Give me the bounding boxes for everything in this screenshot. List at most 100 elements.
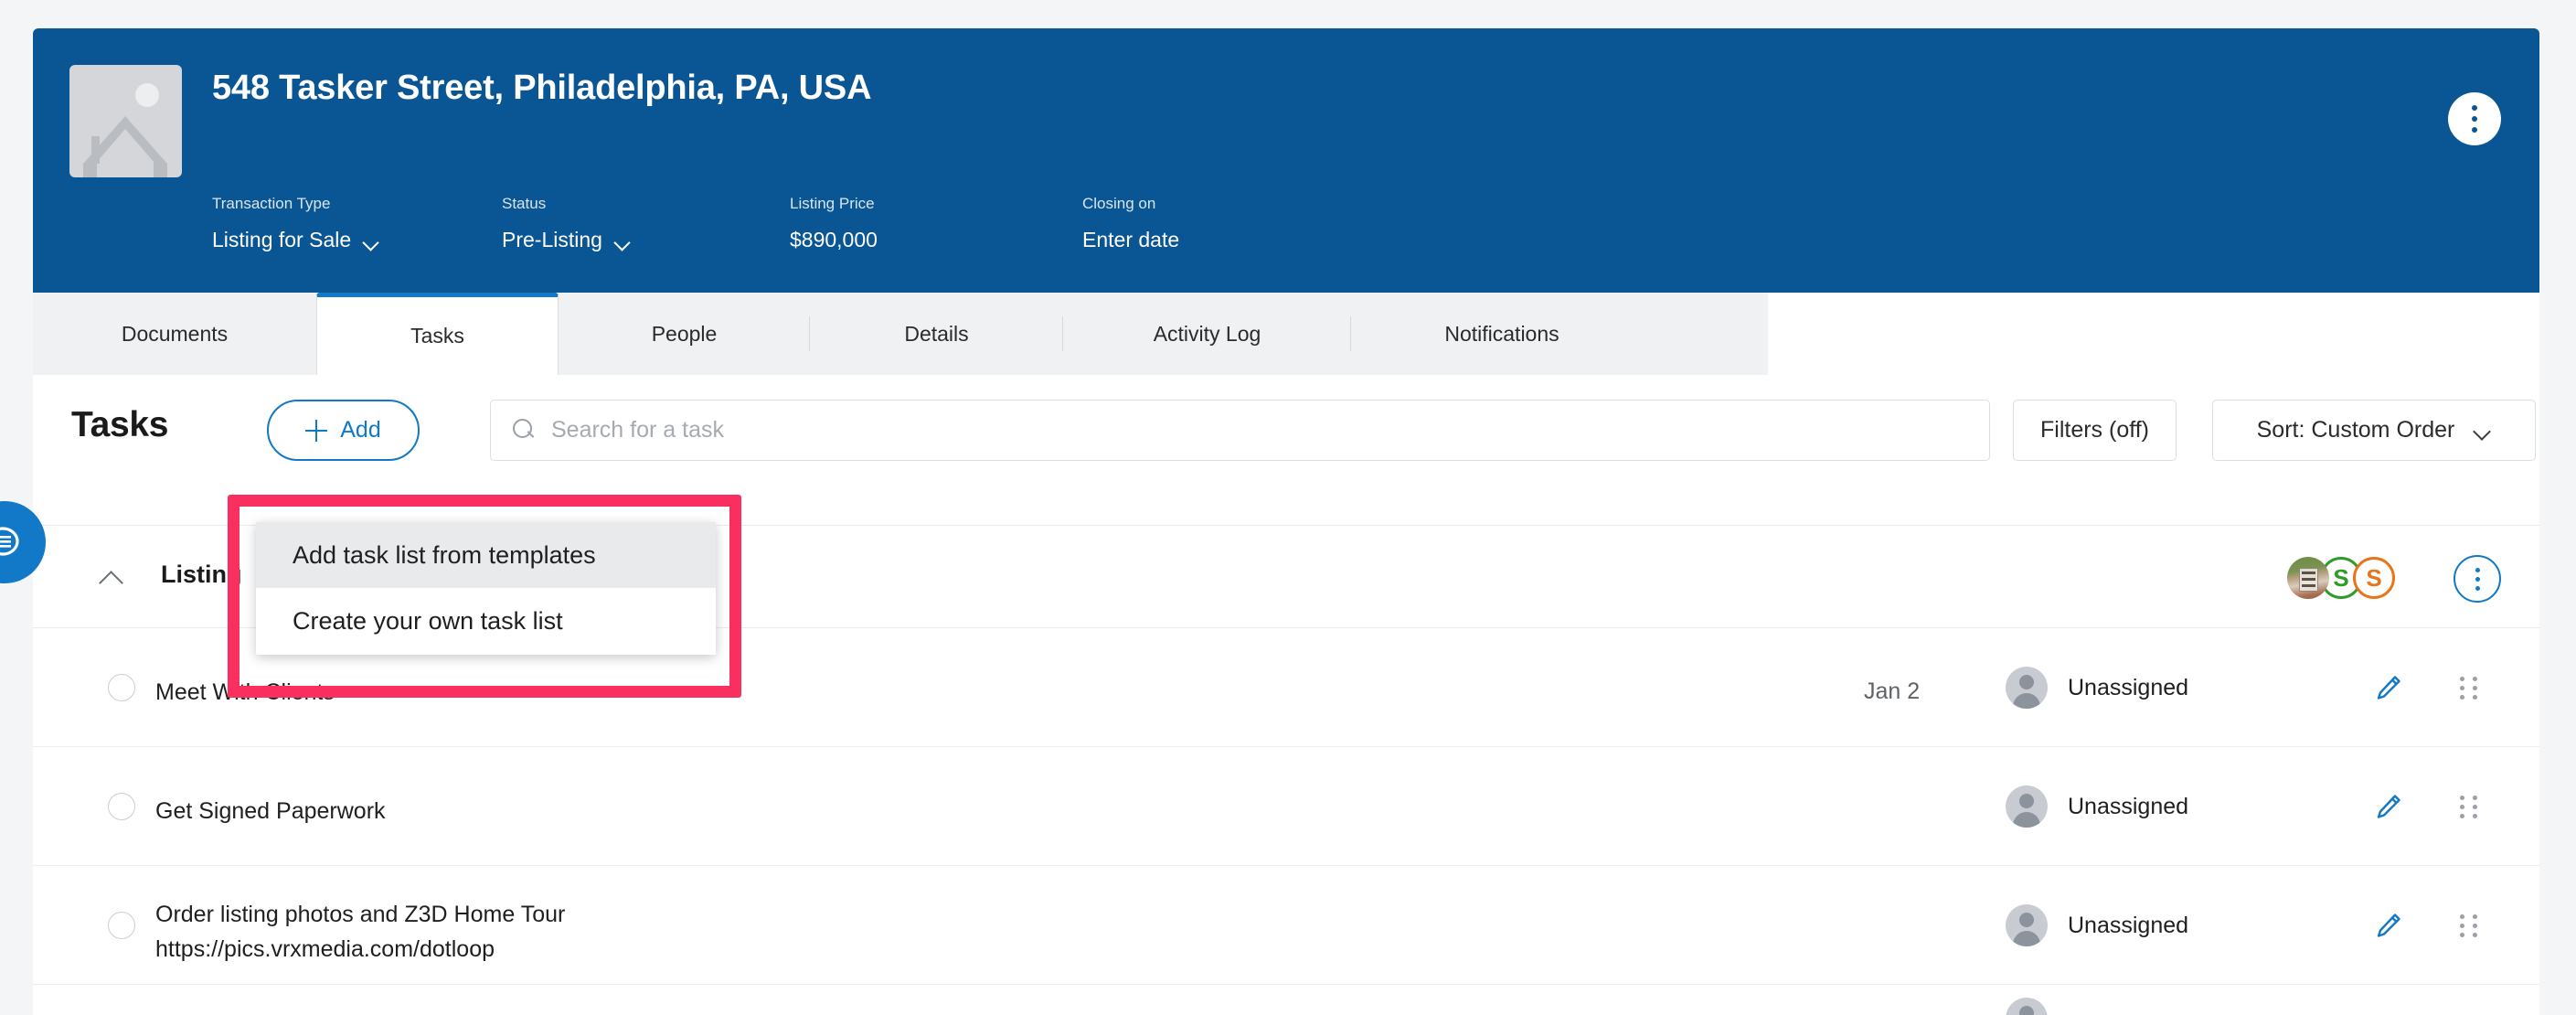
kebab-dot — [2472, 116, 2477, 122]
pencil-edit-icon[interactable] — [2373, 674, 2402, 703]
chevron-up-icon[interactable] — [99, 570, 126, 586]
kebab-dot — [2472, 127, 2477, 133]
task-assignee[interactable]: Unassigned — [2006, 785, 2188, 828]
tab-bar: Documents Tasks People Details Activity … — [33, 293, 1768, 375]
task-title: Get Signed Paperwork — [155, 798, 386, 824]
drag-dot — [2460, 932, 2464, 937]
drag-dot — [2460, 694, 2464, 700]
task-assignee[interactable]: Unassigned — [2006, 904, 2188, 946]
tasks-toolbar: Tasks Add Filters (off) Sort: Custom Ord… — [33, 375, 2539, 482]
assignee-label: Unassigned — [2068, 793, 2189, 819]
chevron-down-icon — [364, 237, 379, 246]
plus-icon — [305, 419, 328, 442]
meta-transaction-type: Transaction Type Listing for Sale — [212, 195, 379, 252]
drag-dot — [2472, 813, 2477, 818]
filters-button[interactable]: Filters (off) — [2013, 400, 2177, 461]
closing-date-field[interactable]: Enter date — [1082, 228, 1179, 252]
table-row[interactable]: Get Signed Paperwork Unassigned — [33, 747, 2539, 866]
page-title: 548 Tasker Street, Philadelphia, PA, USA — [212, 69, 872, 107]
sort-label: Sort: Custom Order — [2256, 417, 2455, 443]
drag-dot — [2472, 914, 2477, 919]
task-assignee[interactable]: Unassigned — [2006, 667, 2188, 709]
assignee-label: Unassigned — [2068, 912, 2189, 938]
drag-handle-icon[interactable] — [2460, 676, 2478, 700]
assignee-label: Unassigned — [2068, 674, 2189, 700]
search-input[interactable] — [551, 401, 1989, 460]
meta-status: Status Pre-Listing — [502, 195, 631, 252]
add-button[interactable]: Add — [267, 400, 420, 461]
pencil-edit-icon[interactable] — [2373, 912, 2402, 941]
tab-label: Activity Log — [1153, 321, 1261, 346]
menu-item-add-from-templates[interactable]: Add task list from templates — [256, 522, 716, 588]
avatar[interactable]: S — [2353, 557, 2395, 599]
drag-dot — [2460, 813, 2464, 818]
task-list-avatars: S S — [2287, 557, 2395, 599]
tab-label: Tasks — [410, 324, 464, 347]
drag-dot — [2472, 694, 2477, 700]
meta-label: Transaction Type — [212, 195, 331, 212]
status-select[interactable]: Pre-Listing — [502, 228, 631, 252]
task-list-title: Listing — [161, 561, 242, 588]
drag-dot — [2460, 795, 2464, 800]
task-link[interactable]: https://pics.vrxmedia.com/dotloop — [155, 931, 565, 967]
avatar — [2006, 998, 2048, 1015]
chevron-down-icon — [2475, 425, 2491, 435]
avatar[interactable] — [2287, 557, 2329, 599]
table-row[interactable]: Order listing photos and Z3D Home Tour h… — [33, 866, 2539, 985]
app-root: 548 Tasker Street, Philadelphia, PA, USA… — [0, 0, 2576, 1015]
drag-handle-icon[interactable] — [2460, 795, 2478, 818]
tab-documents[interactable]: Documents — [33, 293, 316, 375]
image-placeholder-icon — [135, 83, 159, 107]
task-assignee[interactable] — [2006, 998, 2048, 1015]
meta-listing-price: Listing Price $890,000 — [790, 195, 878, 252]
task-list-kebab-menu-button[interactable] — [2454, 555, 2501, 603]
meta-closing-on: Closing on Enter date — [1082, 195, 1179, 252]
search-box[interactable] — [490, 400, 1990, 461]
tab-details[interactable]: Details — [810, 293, 1063, 375]
chat-bubble-icon — [0, 527, 19, 556]
task-title: Order listing photos and Z3D Home Tour — [155, 902, 566, 927]
task-checkbox[interactable] — [108, 674, 135, 701]
drag-dot — [2460, 914, 2464, 919]
drag-handle-icon[interactable] — [2460, 914, 2478, 937]
transaction-type-select[interactable]: Listing for Sale — [212, 228, 379, 252]
kebab-dot — [2475, 567, 2480, 572]
menu-item-label: Create your own task list — [293, 606, 563, 635]
drag-dot — [2472, 923, 2477, 928]
task-title-group: Get Signed Paperwork — [155, 795, 386, 828]
header-kebab-menu-button[interactable] — [2448, 92, 2501, 145]
meta-label: Status — [502, 195, 547, 212]
add-task-dropdown-menu: Add task list from templates Create your… — [256, 522, 716, 655]
property-thumbnail[interactable] — [69, 65, 182, 177]
chevron-down-icon — [615, 237, 631, 246]
drag-dot — [2460, 685, 2464, 690]
tab-tasks[interactable]: Tasks — [316, 293, 559, 375]
search-icon — [513, 418, 537, 443]
drag-dot — [2472, 804, 2477, 809]
task-title: Meet With Clients — [155, 679, 335, 705]
table-row[interactable] — [33, 985, 2539, 1015]
meta-value: Listing for Sale — [212, 228, 352, 251]
drag-dot — [2460, 923, 2464, 928]
menu-item-create-own-list[interactable]: Create your own task list — [256, 588, 716, 654]
tab-notifications[interactable]: Notifications — [1351, 293, 1653, 375]
task-due-date: Jan 2 — [1864, 678, 1921, 704]
drag-dot — [2472, 685, 2477, 690]
task-rows: Meet With Clients Jan 2 Unassigned Get S… — [33, 628, 2539, 1015]
sort-button[interactable]: Sort: Custom Order — [2212, 400, 2536, 461]
task-checkbox[interactable] — [108, 912, 135, 939]
avatar — [2006, 904, 2048, 946]
drag-dot — [2472, 676, 2477, 681]
task-checkbox[interactable] — [108, 793, 135, 820]
tab-label: Notifications — [1444, 321, 1559, 346]
listing-price-value[interactable]: $890,000 — [790, 228, 878, 252]
task-title-group: Order listing photos and Z3D Home Tour h… — [155, 898, 565, 967]
drag-dot — [2460, 676, 2464, 681]
avatar-initial: S — [2333, 563, 2349, 592]
tab-activity-log[interactable]: Activity Log — [1063, 293, 1351, 375]
tab-people[interactable]: People — [559, 293, 810, 375]
avatar — [2006, 785, 2048, 828]
meta-value: Pre-Listing — [502, 228, 602, 251]
meta-label: Closing on — [1082, 195, 1156, 212]
pencil-edit-icon[interactable] — [2373, 793, 2402, 822]
